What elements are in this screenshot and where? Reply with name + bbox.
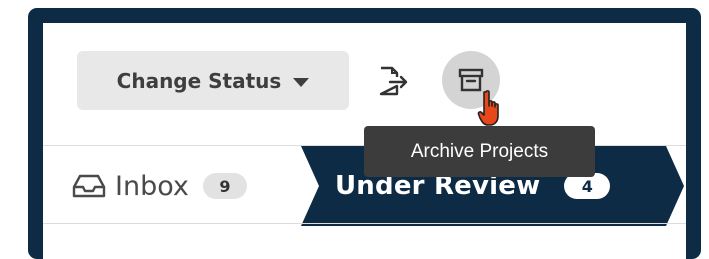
tab-inbox-count: 9 [202,173,247,199]
change-status-label: Change Status [116,68,282,93]
change-status-dropdown[interactable]: Change Status [77,51,349,110]
app-window-frame: Change Status Inbox 9 Under Review 4 Arc… [28,8,701,259]
tabs-divider [43,223,686,224]
inbox-icon [72,174,106,198]
chevron-down-icon [293,77,310,87]
export-button[interactable] [377,65,411,97]
archive-projects-tooltip: Archive Projects [364,126,595,177]
tab-inbox[interactable]: Inbox 9 [71,166,247,206]
tab-inbox-label: Inbox [115,170,189,202]
hand-pointer-cursor-icon [477,90,499,126]
projects-panel: Change Status Inbox 9 Under Review 4 Arc… [43,23,686,259]
export-icon [379,66,408,96]
